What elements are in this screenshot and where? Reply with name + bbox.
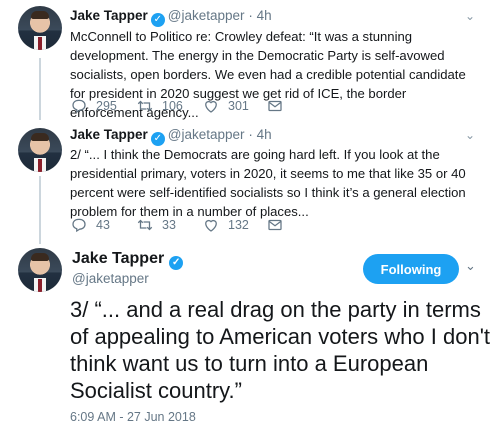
following-button[interactable]: Following bbox=[363, 254, 459, 284]
avatar[interactable] bbox=[18, 248, 62, 292]
chevron-down-icon[interactable]: ⌄ bbox=[465, 258, 476, 274]
verified-badge-icon: ✓ bbox=[169, 256, 184, 270]
tweet-text: 3/ “... and a real drag on the party in … bbox=[70, 297, 491, 403]
author-name-text: Jake Tapper bbox=[72, 250, 165, 267]
author-name[interactable]: Jake Tapper ✓ bbox=[72, 250, 186, 270]
author-handle[interactable]: @jaketapper bbox=[72, 271, 149, 286]
tweet-timestamp[interactable]: 6:09 AM - 27 Jun 2018 bbox=[70, 410, 196, 424]
main-tweet: Jake Tapper ✓ @jaketapper Following ⌄ 3/ … bbox=[0, 0, 498, 435]
